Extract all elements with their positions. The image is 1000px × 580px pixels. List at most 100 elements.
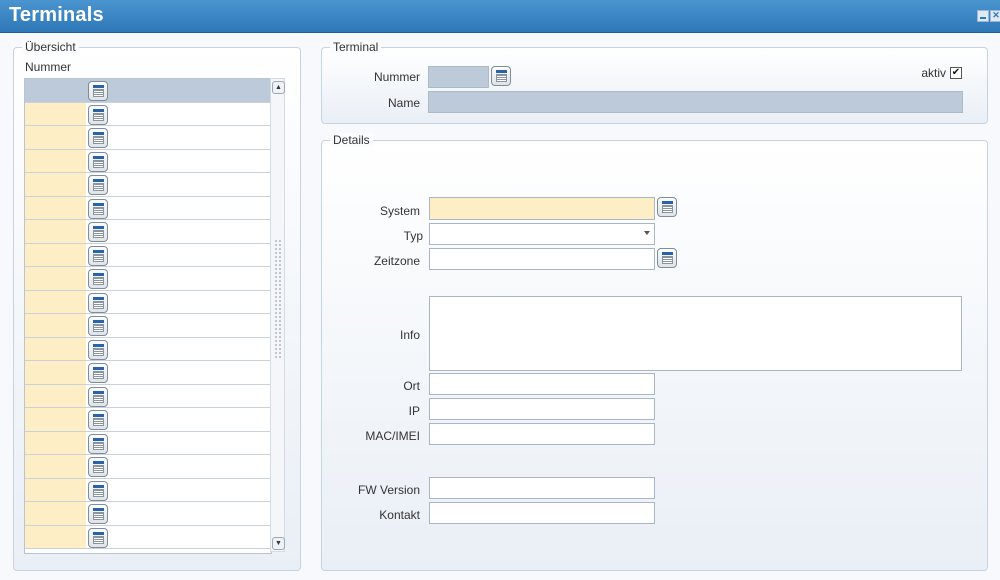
chevron-down-icon xyxy=(644,231,650,235)
system-field[interactable] xyxy=(429,197,655,220)
kontakt-label: Kontakt xyxy=(379,508,420,522)
calendar-icon[interactable] xyxy=(88,222,108,242)
scroll-up-button[interactable]: ▲ xyxy=(272,81,285,94)
table-row[interactable] xyxy=(25,502,271,526)
table-row[interactable] xyxy=(25,79,271,103)
calendar-icon[interactable] xyxy=(88,128,108,148)
calendar-icon[interactable] xyxy=(88,198,108,219)
table-row[interactable] xyxy=(25,361,271,385)
system-label: System xyxy=(379,204,420,218)
mac-imei-field[interactable] xyxy=(429,423,655,445)
calendar-icon[interactable] xyxy=(88,433,108,454)
nummer-lookup-calendar-icon[interactable] xyxy=(491,66,511,86)
title-bar: Terminals ✕ xyxy=(0,0,1000,33)
table-row[interactable] xyxy=(25,126,271,150)
table-row[interactable] xyxy=(25,384,271,408)
calendar-icon[interactable] xyxy=(88,151,108,172)
calendar-icon[interactable] xyxy=(88,316,108,336)
details-legend: Details xyxy=(330,133,373,147)
calendar-icon[interactable] xyxy=(88,175,108,195)
table-row[interactable] xyxy=(25,408,271,432)
calendar-icon[interactable] xyxy=(88,410,108,430)
fw-version-field[interactable] xyxy=(429,477,655,499)
zeitzone-label: Zeitzone xyxy=(373,254,420,268)
table-row[interactable] xyxy=(25,196,271,220)
row-nummer-cell[interactable] xyxy=(25,384,86,407)
row-nummer-cell[interactable] xyxy=(25,455,86,478)
table-row[interactable] xyxy=(25,102,271,126)
calendar-icon[interactable] xyxy=(88,504,108,524)
calendar-icon[interactable] xyxy=(88,339,108,360)
typ-dropdown[interactable] xyxy=(429,223,655,245)
aktiv-checkbox[interactable]: ✔ xyxy=(950,67,962,79)
system-lookup-calendar-icon[interactable] xyxy=(657,197,677,217)
row-nummer-cell[interactable] xyxy=(25,243,86,266)
ip-label: IP xyxy=(408,404,420,418)
info-textarea[interactable] xyxy=(429,296,962,371)
row-nummer-cell[interactable] xyxy=(25,525,86,548)
row-nummer-cell[interactable] xyxy=(25,267,86,290)
row-nummer-cell[interactable] xyxy=(25,126,86,149)
ip-field[interactable] xyxy=(429,398,655,420)
list-scrollbar[interactable]: ▲ ▼ xyxy=(270,78,285,552)
row-nummer-cell[interactable] xyxy=(25,149,86,172)
scroll-down-button[interactable]: ▼ xyxy=(272,537,285,550)
row-nummer-cell[interactable] xyxy=(25,431,86,454)
table-row[interactable] xyxy=(25,290,271,314)
typ-label: Typ xyxy=(403,229,423,243)
zeitzone-lookup-calendar-icon[interactable] xyxy=(657,248,677,268)
table-row[interactable] xyxy=(25,478,271,502)
zeitzone-field[interactable] xyxy=(429,248,655,270)
table-row[interactable] xyxy=(25,525,271,549)
table-row[interactable] xyxy=(25,337,271,361)
row-nummer-cell[interactable] xyxy=(25,290,86,313)
ort-field[interactable] xyxy=(429,373,655,395)
row-nummer-cell[interactable] xyxy=(25,337,86,360)
scrollbar-thumb[interactable] xyxy=(274,239,282,359)
calendar-icon[interactable] xyxy=(88,480,108,501)
row-nummer-cell[interactable] xyxy=(25,502,86,525)
name-field[interactable] xyxy=(428,91,963,113)
kontakt-field[interactable] xyxy=(429,502,655,524)
table-row[interactable] xyxy=(25,314,271,338)
table-row[interactable] xyxy=(25,243,271,267)
column-header-nummer[interactable]: Nummer xyxy=(25,60,71,74)
window-title: Terminals xyxy=(9,4,104,26)
calendar-icon[interactable] xyxy=(88,527,108,548)
table-row[interactable] xyxy=(25,220,271,244)
calendar-icon[interactable] xyxy=(88,81,108,101)
calendar-icon[interactable] xyxy=(88,245,108,266)
calendar-icon[interactable] xyxy=(88,363,108,383)
row-nummer-cell[interactable] xyxy=(25,361,86,384)
terminal-legend: Terminal xyxy=(330,40,382,54)
calendar-icon[interactable] xyxy=(88,292,108,313)
minimize-button[interactable] xyxy=(977,10,989,22)
name-label: Name xyxy=(387,96,420,110)
table-row[interactable] xyxy=(25,267,271,291)
row-nummer-cell[interactable] xyxy=(25,196,86,219)
calendar-icon[interactable] xyxy=(88,269,108,289)
row-nummer-cell[interactable] xyxy=(25,173,86,196)
row-nummer-cell[interactable] xyxy=(25,408,86,431)
overview-legend: Übersicht xyxy=(22,40,79,54)
info-label: Info xyxy=(399,328,420,342)
calendar-icon[interactable] xyxy=(88,104,108,125)
mac-imei-label: MAC/IMEI xyxy=(365,429,420,443)
nummer-field[interactable] xyxy=(428,66,489,88)
calendar-icon[interactable] xyxy=(88,386,108,407)
fw-version-label: FW Version xyxy=(357,483,420,497)
terminal-list[interactable] xyxy=(24,78,272,554)
calendar-icon[interactable] xyxy=(88,457,108,477)
row-nummer-cell[interactable] xyxy=(25,314,86,337)
aktiv-label: aktiv xyxy=(921,66,946,80)
table-row[interactable] xyxy=(25,173,271,197)
row-nummer-cell[interactable] xyxy=(25,102,86,125)
table-row[interactable] xyxy=(25,431,271,455)
row-nummer-cell[interactable] xyxy=(25,478,86,501)
close-button[interactable]: ✕ xyxy=(990,10,1000,22)
table-row[interactable] xyxy=(25,149,271,173)
row-nummer-cell[interactable] xyxy=(25,79,86,102)
table-row[interactable] xyxy=(25,455,271,479)
row-nummer-cell[interactable] xyxy=(25,220,86,243)
nummer-label: Nummer xyxy=(373,70,420,84)
